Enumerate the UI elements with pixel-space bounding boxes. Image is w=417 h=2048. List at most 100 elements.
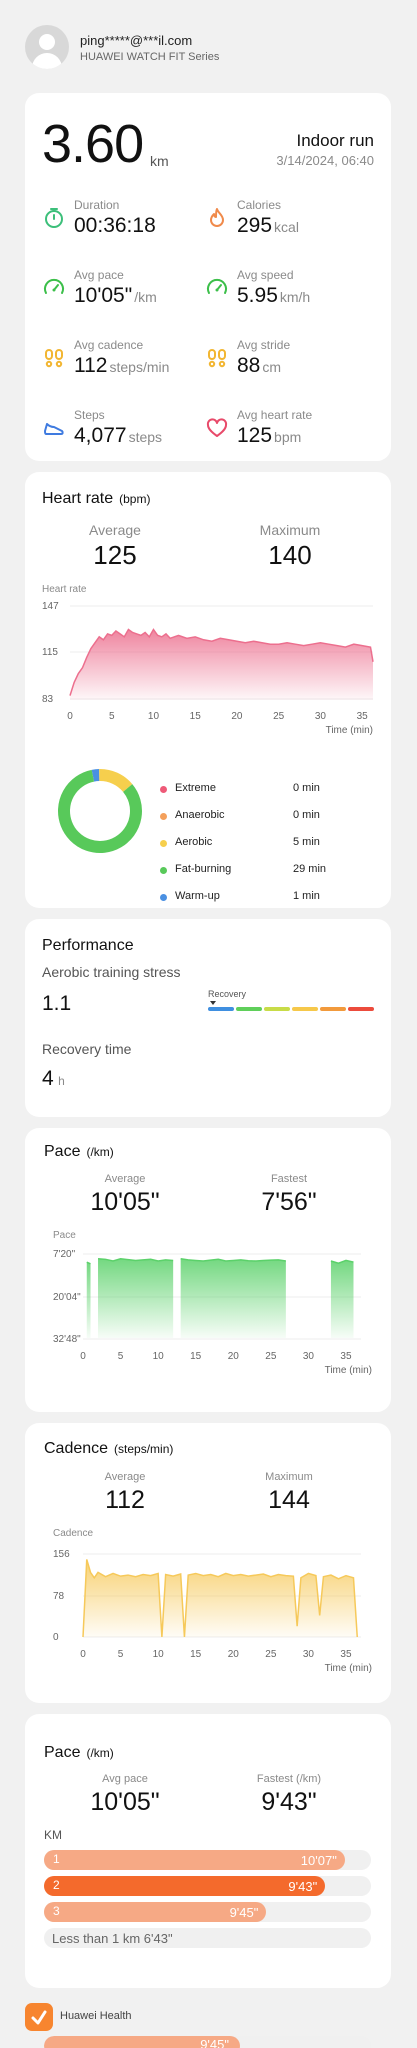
zone-name: Fat-burning [175, 863, 232, 875]
footprints-icon [205, 346, 229, 370]
recovery-time: 4 h [42, 1067, 65, 1091]
x-tick-label: 0 [67, 711, 73, 722]
metric-avg-cadence: Avg cadence 112 steps/min [42, 338, 212, 398]
split-pace: 10'07" [300, 1853, 337, 1868]
splits-avg-label: Avg pace [102, 1773, 148, 1785]
zone-minutes: 5 min [293, 836, 320, 848]
x-tick-label: 20 [228, 1351, 240, 1362]
zone-minutes: 0 min [293, 809, 320, 821]
y-tick-label: 115 [42, 647, 58, 658]
cadence-card: Cadence (steps/min) Average 112 Maximum 1… [25, 1423, 391, 1703]
metric-duration: Duration 00:36:18 [42, 198, 212, 258]
series-line [180, 1258, 286, 1262]
pace-chart: 7'20" 20'04" 32'48" 0 5 10 15 20 25 30 35 Time (min… [53, 1249, 372, 1376]
activity-type: Indoor run [296, 131, 375, 150]
activity-datetime: 3/14/2024, 06:40 [276, 153, 374, 168]
series-area [86, 1262, 91, 1338]
x-tick-label: 25 [265, 1351, 277, 1362]
splits-fastest-value: 9'43" [261, 1788, 317, 1816]
metric-value-row: 112 steps/min [74, 354, 169, 378]
x-tick-label: 5 [118, 1649, 124, 1660]
split-km: 2 [53, 1878, 60, 1892]
footer-app-name: Huawei Health [60, 2010, 132, 2022]
recovery-scale-marker [210, 1001, 216, 1005]
heart-rate-card: Heart rate (bpm) Average 125 Maximum 140 … [25, 472, 391, 908]
x-tick-label: 30 [303, 1351, 315, 1362]
x-tick-label: 0 [80, 1351, 86, 1362]
zone-minutes: 1 min [293, 890, 320, 902]
metric-value-row: 88 cm [237, 354, 281, 378]
y-tick-label: 0 [53, 1632, 59, 1643]
splits-km-label: KM [44, 1828, 62, 1842]
x-tick-label: 25 [265, 1649, 277, 1660]
x-tick-label: 15 [190, 1649, 202, 1660]
zone-name: Aerobic [175, 836, 213, 848]
donut-slice-aerobic [99, 769, 133, 793]
x-axis-label: Time (min) [325, 1365, 372, 1376]
heart-rate-zone-donut [58, 769, 142, 853]
split-km: 1 [53, 1852, 60, 1866]
zone-row: Warm-up 1 min [160, 889, 390, 908]
y-tick-label: 156 [53, 1549, 70, 1560]
account-email: ping*****@***il.com [80, 33, 193, 48]
metric-value: 10'05" [74, 284, 133, 307]
y-tick-label: 7'20" [53, 1249, 76, 1260]
x-tick-label: 15 [190, 1351, 202, 1362]
x-tick-label: 35 [340, 1649, 352, 1660]
metric-value-row: 00:36:18 [74, 214, 158, 238]
x-tick-label: 10 [148, 711, 160, 722]
avatar[interactable] [25, 25, 69, 69]
flame-icon [205, 206, 229, 230]
metric-label: Steps [74, 408, 105, 422]
series-area [180, 1258, 286, 1338]
series-area [330, 1260, 354, 1338]
metric-value-row: 5.95 km/h [237, 284, 310, 308]
cadence-chart: 156 78 0 0 5 10 15 20 25 30 35 Time (min) [53, 1549, 372, 1674]
recovery-time-label: Recovery time [42, 1041, 132, 1057]
recovery-scale [208, 1007, 374, 1011]
metric-unit: km/h [279, 289, 311, 305]
metric-label: Calories [237, 198, 282, 212]
x-tick-label: 30 [303, 1649, 315, 1660]
zone-dot [160, 840, 167, 847]
metric-value: 295 [237, 214, 273, 237]
metric-label: Avg cadence [74, 338, 144, 352]
series-area [70, 629, 373, 700]
metric-value: 112 [74, 354, 108, 377]
splits-card: Pace (/km) Avg pace 10'05" Fastest (/km) … [25, 1714, 391, 1988]
partial-split-pace: 9'45" [200, 2037, 229, 2048]
x-axis-label: Time (min) [326, 725, 373, 736]
y-tick-label: 20'04" [53, 1292, 81, 1303]
x-tick-label: 15 [190, 711, 202, 722]
x-tick-label: 0 [80, 1649, 86, 1660]
metric-steps: Steps 4,077 steps [42, 408, 212, 461]
metric-value-row: 125 bpm [237, 424, 301, 448]
speedometer-icon [205, 276, 229, 300]
split-row: 9'43" 2 [44, 1876, 371, 1896]
metric-label: Avg stride [237, 338, 291, 352]
split-fill: 9'45" [44, 1902, 267, 1922]
heart-icon [205, 416, 229, 440]
series-area [83, 1559, 358, 1637]
recovery-scale-label: Recovery [208, 989, 247, 999]
zone-name: Anaerobic [175, 809, 225, 821]
speedometer-icon [42, 276, 66, 300]
series-line [97, 1257, 174, 1262]
x-tick-label: 25 [273, 711, 285, 722]
zone-minutes: 29 min [293, 863, 327, 875]
scale-segment [320, 1007, 346, 1011]
y-tick-label: 83 [42, 694, 54, 705]
zone-row: Fat-burning 29 min [160, 862, 390, 882]
metric-value-row: 10'05"/km [74, 284, 157, 308]
y-tick-label: 32'48" [53, 1334, 81, 1345]
x-tick-label: 20 [231, 711, 243, 722]
zone-dot [160, 894, 167, 901]
split-pace: 9'45" [229, 1905, 259, 1920]
huawei-health-logo [25, 2003, 53, 2031]
recovery-time-value: 4 [42, 1067, 54, 1090]
distance-value: 3.60 [42, 114, 144, 174]
metric-unit: steps [128, 429, 163, 445]
zone-name: Warm-up [175, 890, 220, 902]
splits-title-text: Pace [44, 1744, 81, 1761]
splits-unit: (/km) [86, 1746, 114, 1760]
